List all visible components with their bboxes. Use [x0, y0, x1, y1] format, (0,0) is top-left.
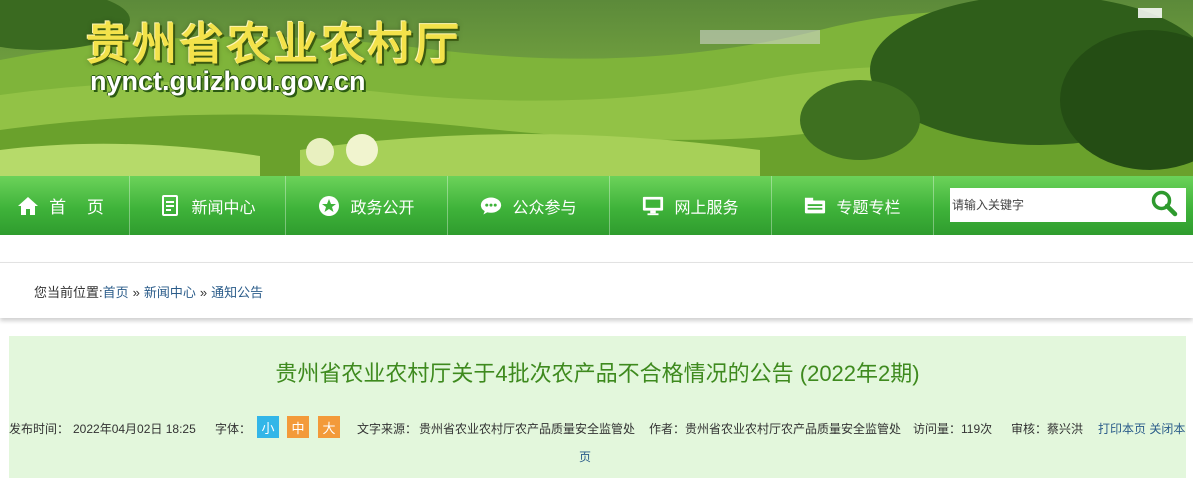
font-size-label: 字体：	[215, 422, 252, 436]
folder-icon	[804, 195, 826, 217]
chat-bubble-icon	[480, 195, 502, 217]
breadcrumb-separator: »	[199, 285, 208, 300]
publish-time: 2022年04月02日 18:25	[73, 422, 196, 436]
nav-item-label: 首 页	[49, 198, 112, 217]
breadcrumb-prefix: 您当前位置:	[34, 285, 103, 300]
reviewer-label: 审核：	[1011, 422, 1048, 436]
views-label: 访问量：	[913, 422, 962, 436]
nav-item-label: 政务公开	[350, 199, 415, 217]
nav-item-public[interactable]: 公众参与	[448, 176, 610, 235]
nav-item-gov-affairs[interactable]: 政务公开	[286, 176, 448, 235]
nav-item-special-topics[interactable]: 专题专栏	[772, 176, 934, 235]
breadcrumb-separator: »	[132, 285, 140, 300]
breadcrumb-bar: 您当前位置:首页» 新闻中心» 通知公告	[0, 262, 1193, 318]
nav-item-label: 新闻中心	[191, 199, 256, 217]
close-page-link-wrap: 页	[579, 448, 591, 465]
search-button[interactable]	[1148, 190, 1180, 220]
close-page-link[interactable]: 关闭本	[1149, 422, 1185, 436]
font-size-small-button[interactable]: 小	[257, 416, 279, 438]
search-icon	[1150, 189, 1178, 221]
nav-item-news[interactable]: 新闻中心	[130, 176, 286, 235]
nav-item-label: 专题专栏	[836, 199, 901, 217]
nav-item-home[interactable]: 首 页	[0, 176, 130, 235]
breadcrumb-link-home[interactable]: 首页	[103, 285, 129, 300]
publish-label: 发布时间：	[9, 422, 70, 436]
site-title: 贵州省农业农村厅	[86, 19, 462, 70]
nav-item-label: 公众参与	[512, 199, 577, 217]
monitor-icon	[642, 195, 664, 217]
search-input[interactable]	[950, 190, 1140, 220]
breadcrumb-link-news[interactable]: 新闻中心	[144, 285, 196, 300]
author-label: 作者：	[649, 422, 686, 436]
reviewer-value: 蔡兴洪	[1047, 422, 1084, 436]
star-icon	[318, 195, 340, 217]
article-header: 贵州省农业农村厅关于4批次农产品不合格情况的公告 (2022年2期) 发布时间：…	[9, 336, 1186, 478]
source-value: 贵州省农业农村厅农产品质量安全监管处	[419, 422, 636, 436]
author-value: 贵州省农业农村厅农产品质量安全监管处	[685, 422, 902, 436]
views-value: 119次	[961, 422, 993, 436]
breadcrumb-link-notices[interactable]: 通知公告	[211, 285, 263, 300]
font-size-medium-button[interactable]: 中	[287, 416, 309, 438]
close-page-link-continued[interactable]: 页	[579, 450, 591, 464]
document-icon	[159, 194, 181, 217]
article-title: 贵州省农业农村厅关于4批次农产品不合格情况的公告 (2022年2期)	[275, 361, 920, 386]
font-size-large-button[interactable]: 大	[318, 416, 340, 438]
home-icon	[17, 195, 39, 217]
site-banner: 贵州省农业农村厅 nynct.guizhou.gov.cn	[0, 0, 1193, 176]
breadcrumb: 您当前位置:首页» 新闻中心» 通知公告	[34, 282, 263, 301]
print-page-link[interactable]: 打印本页	[1098, 422, 1146, 436]
search-box	[950, 188, 1186, 222]
nav-item-label: 网上服务	[674, 199, 739, 217]
site-domain: nynct.guizhou.gov.cn	[90, 66, 366, 96]
nav-item-online-service[interactable]: 网上服务	[610, 176, 772, 235]
source-label: 文字来源：	[357, 422, 418, 436]
